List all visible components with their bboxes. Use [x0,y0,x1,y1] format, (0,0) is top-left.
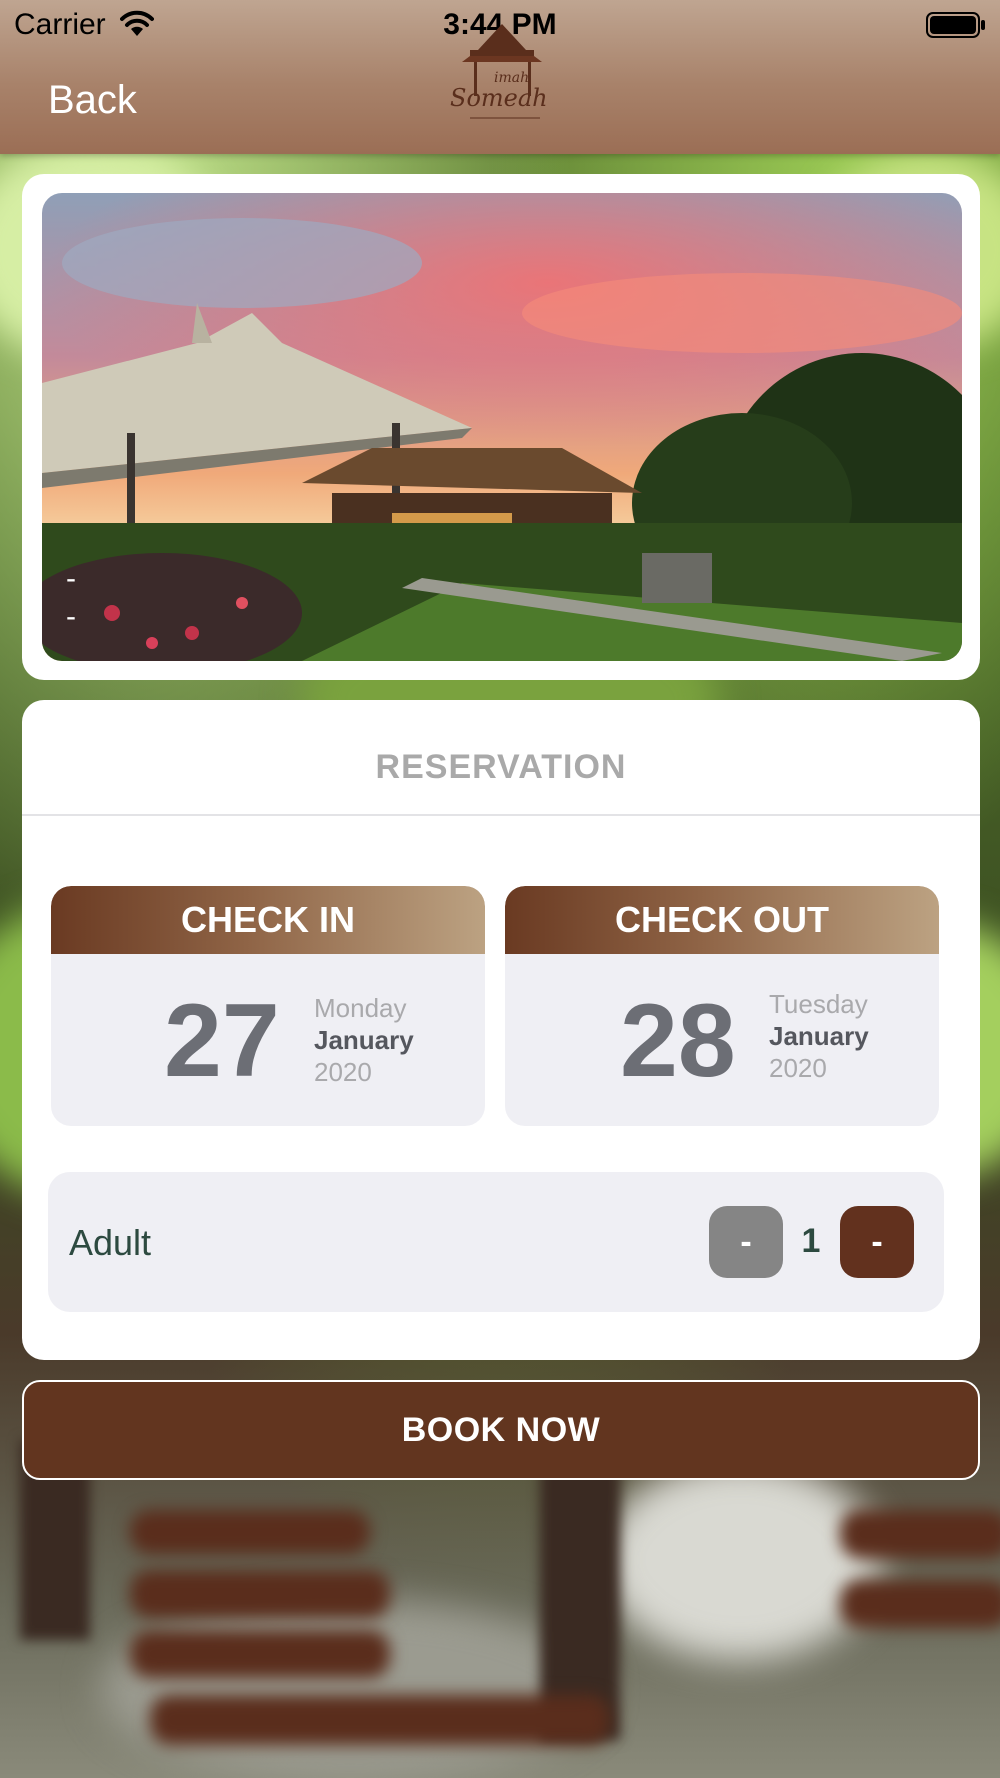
back-button[interactable]: Back [48,78,137,123]
adult-count-row: Adult - 1 - [48,1172,944,1312]
check-in-date-picker[interactable]: CHECK IN 27 Monday January 2020 [51,886,485,1126]
check-in-weekday: Monday [314,993,407,1023]
logo-pavilion-icon: imah Someah [450,24,548,119]
check-out-label: CHECK OUT [505,886,939,954]
reservation-title: RESERVATION [375,748,627,786]
pager-dot[interactable]: - [66,560,76,598]
check-out-month: January [769,1021,869,1051]
divider [22,814,980,816]
gallery-pager: - - [66,560,76,636]
logo-text-bottom: Someah [450,84,548,112]
resort-photo[interactable] [42,193,962,661]
check-out-year: 2020 [769,1053,827,1083]
pager-dot[interactable]: - [66,598,76,636]
battery-icon [926,12,985,38]
check-out-day: 28 [620,983,736,1099]
navigation-bar: Carrier 3:44 PM Back imah Someah [0,0,1000,154]
adult-decrement-button[interactable]: - [709,1206,783,1278]
adult-count: 1 [801,1222,821,1260]
reservation-card: RESERVATION CHECK IN 27 Monday January 2… [22,700,980,1360]
check-in-day: 27 [164,983,280,1099]
check-in-month: January [314,1025,414,1055]
check-out-weekday: Tuesday [769,989,868,1019]
adult-increment-button[interactable]: - [840,1206,914,1278]
adult-label: Adult [69,1222,152,1263]
check-out-date-picker[interactable]: CHECK OUT 28 Tuesday January 2020 [505,886,939,1126]
book-now-button[interactable]: BOOK NOW [22,1380,980,1480]
check-in-year: 2020 [314,1057,372,1087]
check-out-date-details: Tuesday January 2020 [769,988,869,1084]
check-in-label: CHECK IN [51,886,485,954]
check-in-date-details: Monday January 2020 [314,992,414,1088]
gallery-card [22,174,980,680]
resort-photo-illustration [42,193,962,661]
